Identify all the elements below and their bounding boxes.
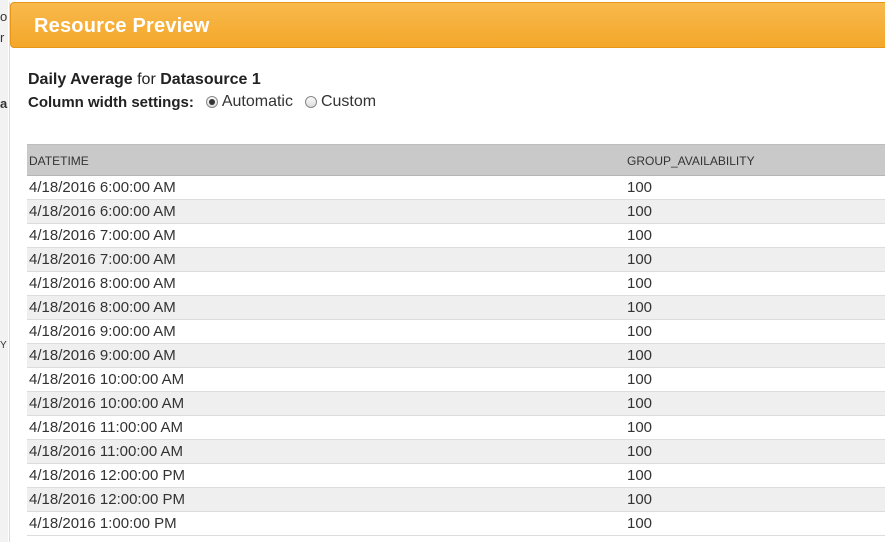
table-row: 4/18/2016 11:00:00 AM 100	[27, 416, 885, 440]
background-text-fragment: r	[0, 30, 5, 45]
table-row: 4/18/2016 12:00:00 PM 100	[27, 464, 885, 488]
table-row: 4/18/2016 10:00:00 AM 100	[27, 368, 885, 392]
page: o r a Y Resource Preview Daily Average f…	[0, 0, 885, 542]
radio-custom[interactable]: Custom	[304, 93, 376, 111]
cell-datetime: 4/18/2016 7:00:00 AM	[29, 227, 176, 244]
cell-datetime: 4/18/2016 9:00:00 AM	[29, 323, 176, 340]
table-row: 4/18/2016 11:00:00 AM 100	[27, 440, 885, 464]
cell-datetime: 4/18/2016 11:00:00 AM	[29, 419, 184, 436]
cell-datetime: 4/18/2016 10:00:00 AM	[29, 395, 185, 412]
table-row: 4/18/2016 7:00:00 AM 100	[27, 248, 885, 272]
table-row: 4/18/2016 10:00:00 AM 100	[27, 392, 885, 416]
background-text-fragment: o	[0, 9, 8, 24]
cell-group-availability: 100	[627, 179, 653, 196]
table-row: 4/18/2016 8:00:00 AM 100	[27, 296, 885, 320]
cell-datetime: 4/18/2016 10:00:00 AM	[29, 371, 185, 388]
table-row: 4/18/2016 6:00:00 AM 100	[27, 176, 885, 200]
metric-name: Daily Average	[28, 71, 133, 88]
cell-datetime: 4/18/2016 6:00:00 AM	[29, 203, 176, 220]
cell-group-availability: 100	[627, 323, 653, 340]
table-body: 4/18/2016 6:00:00 AM 100 4/18/2016 6:00:0…	[27, 176, 885, 536]
radio-automatic-button[interactable]	[205, 96, 218, 108]
background-window-strip: o r a Y	[0, 0, 8, 542]
cell-group-availability: 100	[627, 395, 653, 412]
table-row: 4/18/2016 9:00:00 AM 100	[27, 344, 885, 368]
column-header-group-availability[interactable]: GROUP_AVAILABILITY	[627, 154, 755, 168]
table-header: DATETIME GROUP_AVAILABILITY	[27, 145, 885, 176]
dialog-header[interactable]: Resource Preview	[10, 2, 885, 48]
table-row: 4/18/2016 1:00:00 PM 100	[27, 512, 885, 536]
cell-group-availability: 100	[627, 251, 653, 268]
preview-subtitle: Daily Average for Datasource 1	[28, 71, 261, 89]
cell-datetime: 4/18/2016 12:00:00 PM	[29, 467, 185, 484]
cell-group-availability: 100	[627, 491, 653, 508]
dialog-title: Resource Preview	[34, 15, 210, 37]
cell-datetime: 4/18/2016 6:00:00 AM	[29, 179, 176, 196]
column-header-datetime[interactable]: DATETIME	[29, 154, 89, 168]
column-width-label: Column width settings:	[28, 93, 194, 111]
datasource-name: Datasource 1	[160, 71, 261, 88]
cell-group-availability: 100	[627, 515, 653, 532]
background-text-fragment: a	[0, 96, 8, 111]
radio-automatic-label[interactable]: Automatic	[222, 93, 293, 111]
table-row: 4/18/2016 6:00:00 AM 100	[27, 200, 885, 224]
cell-group-availability: 100	[627, 203, 653, 220]
radio-custom-label[interactable]: Custom	[321, 93, 376, 111]
cell-datetime: 4/18/2016 12:00:00 PM	[29, 491, 185, 508]
cell-datetime: 4/18/2016 9:00:00 AM	[29, 347, 176, 364]
cell-datetime: 4/18/2016 11:00:00 AM	[29, 443, 184, 460]
background-text-fragment: Y	[0, 340, 7, 351]
cell-group-availability: 100	[627, 299, 653, 316]
cell-group-availability: 100	[627, 419, 653, 436]
table-row: 4/18/2016 8:00:00 AM 100	[27, 272, 885, 296]
cell-group-availability: 100	[627, 467, 653, 484]
cell-datetime: 4/18/2016 8:00:00 AM	[29, 275, 176, 292]
radio-automatic[interactable]: Automatic	[205, 93, 293, 111]
radio-custom-button[interactable]	[304, 96, 317, 108]
cell-datetime: 4/18/2016 1:00:00 PM	[29, 515, 177, 532]
table-row: 4/18/2016 12:00:00 PM 100	[27, 488, 885, 512]
cell-datetime: 4/18/2016 7:00:00 AM	[29, 251, 176, 268]
cell-group-availability: 100	[627, 371, 653, 388]
cell-group-availability: 100	[627, 443, 653, 460]
table-row: 4/18/2016 7:00:00 AM 100	[27, 224, 885, 248]
cell-group-availability: 100	[627, 275, 653, 292]
preview-table: DATETIME GROUP_AVAILABILITY 4/18/2016 6:…	[27, 144, 885, 536]
table-row: 4/18/2016 9:00:00 AM 100	[27, 320, 885, 344]
cell-datetime: 4/18/2016 8:00:00 AM	[29, 299, 176, 316]
cell-group-availability: 100	[627, 347, 653, 364]
cell-group-availability: 100	[627, 227, 653, 244]
subtitle-connector: for	[137, 71, 156, 88]
resource-preview-dialog: Resource Preview Daily Average for Datas…	[9, 2, 885, 542]
column-width-settings: Column width settings: Automatic Custom	[28, 92, 388, 112]
